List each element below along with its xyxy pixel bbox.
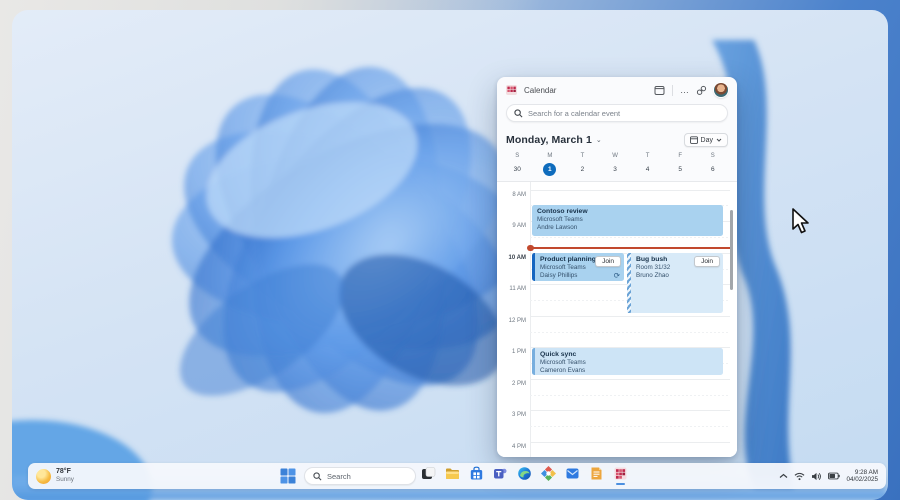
date-header[interactable]: Monday, March 1 [506,134,592,146]
hour-line [530,442,730,443]
hour-line [530,379,730,380]
hour-label: 11 AM [497,286,526,292]
photos-icon [541,466,556,481]
week-day-sunday[interactable]: S 30 [501,153,534,181]
open-window-icon[interactable] [654,85,665,96]
mouse-cursor [788,207,812,237]
day-view-icon [690,136,698,144]
week-day-tuesday[interactable]: T 2 [566,153,599,181]
join-button[interactable]: Join [595,256,621,267]
calendar-app-icon [613,466,628,481]
chevron-down-icon: ⌄ [596,136,602,144]
hour-label-current: 10 AM [497,255,526,261]
more-icon[interactable]: … [680,87,689,93]
hour-label: 8 AM [497,192,526,198]
view-selector-button[interactable]: Day [684,133,728,147]
microsoft-store-icon [469,466,484,481]
weather-widget[interactable]: 78°F Sunny [36,463,74,489]
active-app-indicator [616,483,625,486]
hour-line [530,410,730,411]
calendar-app-logo-icon [506,84,518,96]
event-contoso-review[interactable]: Contoso review Microsoft Teams Andre Law… [532,205,723,236]
half-hour-line [530,426,730,427]
weather-condition: Sunny [56,476,74,484]
microsoft-store-button[interactable] [468,466,484,486]
weather-temperature: 78°F [56,468,74,476]
wifi-icon[interactable] [794,472,805,481]
mail-icon [565,466,580,481]
week-day-friday[interactable]: F 5 [664,153,697,181]
calendar-app-button[interactable] [612,466,628,486]
half-hour-line [530,237,730,238]
scrollbar[interactable] [730,210,734,290]
tray-time: 9:28 AM [846,469,878,477]
join-button[interactable]: Join [694,256,720,267]
pinned-apps [420,466,628,486]
system-tray: 9:28 AM 04/02/2025 [779,463,878,489]
search-icon [514,109,523,118]
calendar-window: Calendar … Monday, March 1 ⌄ [497,77,737,457]
task-view-icon [421,466,436,481]
photos-button[interactable] [540,466,556,486]
link-icon[interactable] [696,85,707,96]
avatar[interactable] [714,83,728,97]
hour-label: 1 PM [497,349,526,355]
chevron-down-icon [716,138,722,142]
week-day-saturday[interactable]: S 6 [696,153,729,181]
battery-icon[interactable] [828,472,840,480]
half-hour-line [530,395,730,396]
window-titlebar: Calendar … [497,77,737,103]
desktop [12,10,888,500]
hour-label: 2 PM [497,381,526,387]
search-icon [313,472,322,481]
sun-icon [36,469,51,484]
hour-label: 12 PM [497,318,526,324]
day-grid: 8 AM 9 AM 10 AM 11 AM 12 PM 1 PM 2 PM 3 … [497,182,737,457]
task-view-button[interactable] [420,466,436,486]
volume-icon[interactable] [811,472,822,481]
window-title: Calendar [524,86,556,95]
gutter-divider [530,182,531,457]
hour-label: 4 PM [497,444,526,450]
half-hour-line [530,332,730,333]
week-strip: S 30 M 1 T 2 W 3 T 4 F 5 S 6 [501,153,729,181]
view-selector-label: Day [701,137,713,144]
clock[interactable]: 9:28 AM 04/02/2025 [846,469,878,484]
teams-icon [493,466,508,481]
event-bug-bush[interactable]: Bug bush Room 31/32 Bruno Zhao Join [627,253,723,313]
tray-date: 04/02/2025 [846,476,878,484]
current-time-indicator [530,247,730,249]
hour-line [530,190,730,191]
recurring-icon: ⟳ [614,271,620,280]
notes-button[interactable] [588,466,604,486]
hour-line [530,316,730,317]
selected-day[interactable]: 1 [543,163,556,176]
teams-button[interactable] [492,466,508,486]
current-time-dot [527,245,534,252]
start-button[interactable] [280,468,296,484]
calendar-search-bar[interactable] [506,104,728,122]
file-explorer-button[interactable] [444,466,460,486]
file-explorer-icon [445,466,460,481]
event-product-planning[interactable]: Product planning Microsoft Teams Daisy P… [532,253,624,281]
mail-button[interactable] [564,466,580,486]
hour-label: 3 PM [497,412,526,418]
week-day-monday[interactable]: M 1 [534,153,567,181]
calendar-search-input[interactable] [528,109,720,118]
edge-button[interactable] [516,466,532,486]
chevron-up-icon[interactable] [779,473,788,479]
taskbar: 78°F Sunny Search [28,463,886,489]
hour-label: 9 AM [497,223,526,229]
taskbar-search-label: Search [327,472,351,481]
titlebar-divider [672,85,673,96]
wallpaper-bloom [12,10,888,500]
edge-icon [517,466,532,481]
taskbar-search[interactable]: Search [304,467,416,485]
event-quick-sync[interactable]: Quick sync Microsoft Teams Cameron Evans [532,348,723,375]
week-day-wednesday[interactable]: W 3 [599,153,632,181]
notes-icon [589,466,604,481]
week-day-thursday[interactable]: T 4 [631,153,664,181]
